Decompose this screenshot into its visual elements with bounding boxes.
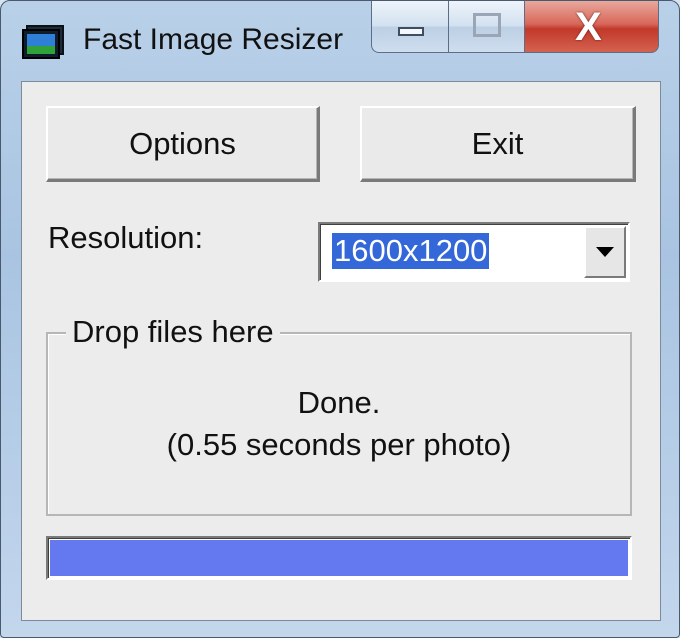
maximize-button[interactable] xyxy=(449,1,525,53)
options-button-label: Options xyxy=(129,125,236,161)
caption-buttons: X xyxy=(371,1,661,57)
minimize-button[interactable] xyxy=(371,1,449,53)
progress-bar xyxy=(46,536,632,580)
drop-files-zone[interactable]: Drop files here Done. (0.55 seconds per … xyxy=(46,314,632,516)
app-window: Fast Image Resizer X Options Exit Resolu… xyxy=(0,0,680,638)
minimize-icon xyxy=(398,27,424,36)
exit-button[interactable]: Exit xyxy=(360,106,636,182)
dialog-client-area: Options Exit Resolution: 1600x1200 Drop … xyxy=(21,81,661,621)
resolution-label: Resolution: xyxy=(48,220,204,255)
close-button[interactable]: X xyxy=(525,1,659,53)
title-bar[interactable]: Fast Image Resizer X xyxy=(1,1,679,81)
close-icon: X xyxy=(575,5,602,49)
progress-fill xyxy=(50,540,628,576)
chevron-down-icon xyxy=(596,247,614,257)
status-line-timing: (0.55 seconds per photo) xyxy=(166,427,512,462)
options-button[interactable]: Options xyxy=(46,106,320,182)
resolution-selected-value: 1600x1200 xyxy=(332,233,490,269)
exit-button-label: Exit xyxy=(471,125,524,161)
app-image-icon xyxy=(22,25,64,59)
drop-zone-legend: Drop files here xyxy=(66,314,280,350)
status-text: Done. (0.55 seconds per photo) xyxy=(48,382,630,466)
window-title: Fast Image Resizer xyxy=(83,23,344,56)
resolution-select[interactable]: 1600x1200 xyxy=(318,222,630,282)
dropdown-button[interactable] xyxy=(584,226,626,278)
maximize-icon xyxy=(473,13,501,37)
status-line-done: Done. xyxy=(297,385,381,420)
